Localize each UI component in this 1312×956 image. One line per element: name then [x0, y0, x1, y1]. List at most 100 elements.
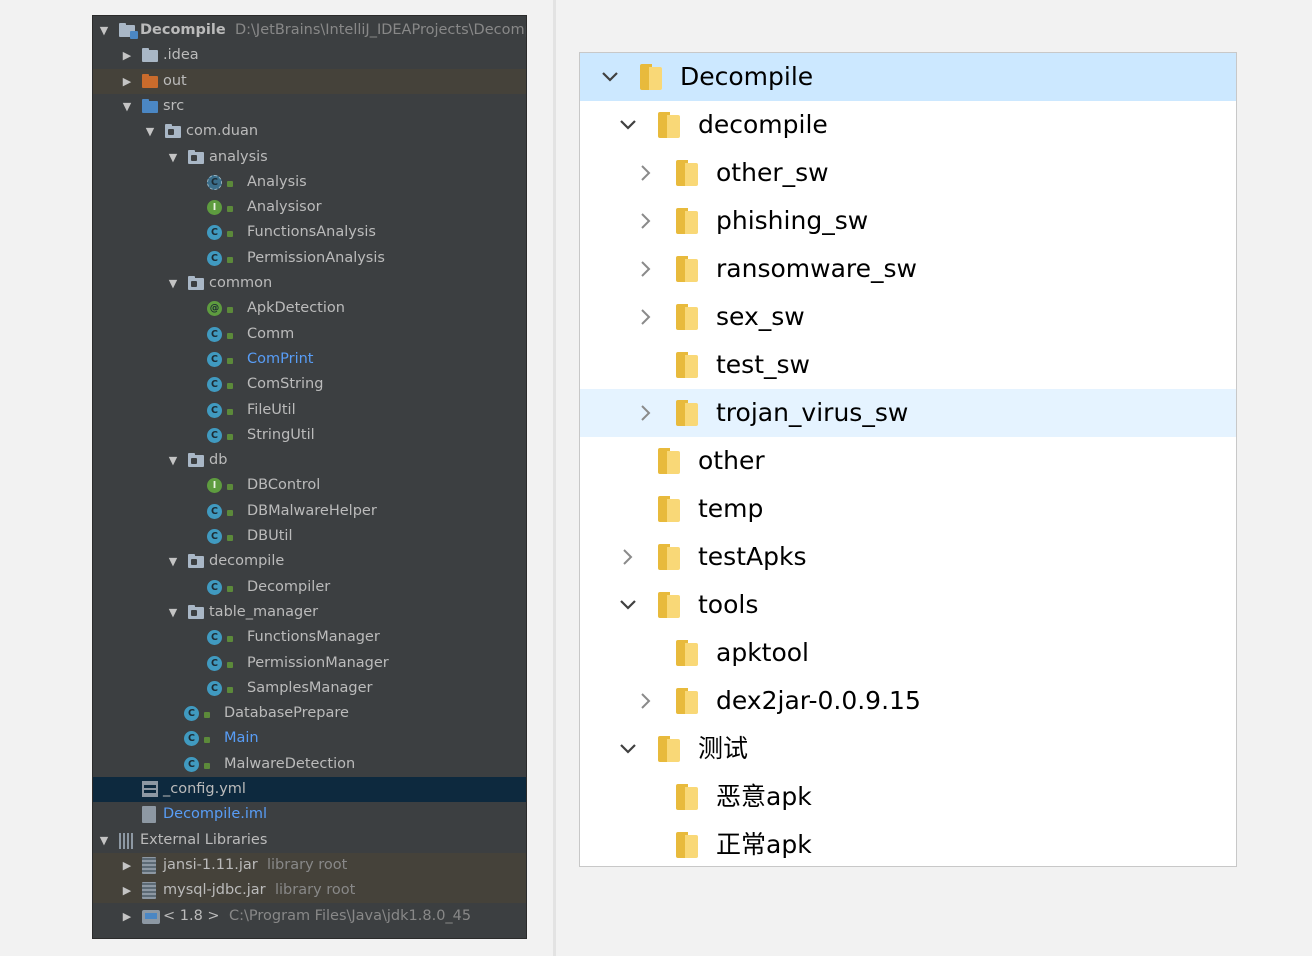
- tree-row[interactable]: ▼ decompile: [93, 549, 526, 574]
- folder-icon: [676, 352, 698, 378]
- folder-explorer-panel: Decompile decompile other_sw phishing_sw ran…: [579, 52, 1237, 867]
- collapse-arrow-icon[interactable]: ▶: [120, 904, 134, 929]
- folder-row[interactable]: trojan_virus_sw: [580, 389, 1236, 437]
- chevron-right-icon[interactable]: [635, 293, 657, 341]
- folder-row[interactable]: dex2jar-0.0.9.15: [580, 677, 1236, 725]
- collapse-arrow-icon[interactable]: ▶: [120, 878, 134, 903]
- tree-row[interactable]: C Comm: [93, 322, 526, 347]
- class-icon: C: [207, 680, 222, 696]
- chevron-right-icon[interactable]: [635, 245, 657, 293]
- tree-row[interactable]: C Decompiler: [93, 575, 526, 600]
- tree-item-label: PermissionAnalysis: [247, 249, 385, 266]
- class-icon: C: [184, 731, 199, 747]
- tree-row[interactable]: ▼ Decompile D:\JetBrains\IntelliJ_IDEAProj…: [93, 18, 526, 43]
- folder-row[interactable]: decompile: [580, 101, 1236, 149]
- tree-row[interactable]: C StringUtil: [93, 423, 526, 448]
- tree-row[interactable]: C ComString: [93, 372, 526, 397]
- tree-row[interactable]: ▶ jansi-1.11.jar library root: [93, 852, 526, 878]
- chevron-down-icon[interactable]: [617, 581, 639, 629]
- tree-item-label: _config.yml: [163, 781, 246, 797]
- expand-arrow-icon[interactable]: ▼: [166, 448, 180, 473]
- tree-item-label: StringUtil: [247, 426, 315, 443]
- tree-item-label: ApkDetection: [247, 300, 345, 317]
- tree-item-hint: library root: [275, 882, 356, 899]
- folder-row[interactable]: temp: [580, 485, 1236, 533]
- tree-row[interactable]: C FileUtil: [93, 398, 526, 423]
- collapse-arrow-icon[interactable]: ▶: [120, 853, 134, 878]
- tree-item-label: analysis: [209, 148, 268, 165]
- folder-icon: [658, 496, 680, 522]
- folder-row[interactable]: test_sw: [580, 341, 1236, 389]
- folder-row[interactable]: tools: [580, 581, 1236, 629]
- tree-row[interactable]: ▶ out: [93, 68, 526, 94]
- chevron-right-icon[interactable]: [635, 677, 657, 725]
- tree-row[interactable]: C PermissionAnalysis: [93, 246, 526, 271]
- tree-row[interactable]: C Analysis: [93, 170, 526, 195]
- chevron-down-icon[interactable]: [617, 101, 639, 149]
- expand-arrow-icon[interactable]: ▼: [143, 119, 157, 144]
- tree-row[interactable]: C ComPrint: [93, 347, 526, 372]
- chevron-right-icon[interactable]: [635, 149, 657, 197]
- tree-item-label: .idea: [163, 47, 199, 64]
- expand-arrow-icon[interactable]: ▼: [166, 600, 180, 625]
- tree-row[interactable]: Decompile.iml: [93, 802, 526, 827]
- tree-row[interactable]: ▼ table_manager: [93, 600, 526, 625]
- tree-row[interactable]: ▼ db: [93, 448, 526, 473]
- chevron-down-icon[interactable]: [617, 725, 639, 773]
- tree-row[interactable]: @ ApkDetection: [93, 296, 526, 321]
- folder-row[interactable]: other_sw: [580, 149, 1236, 197]
- folder-label: decompile: [698, 110, 828, 139]
- folder-label: other: [698, 446, 765, 475]
- folder-row[interactable]: 正常apk: [580, 821, 1236, 866]
- tree-row[interactable]: C DBUtil: [93, 524, 526, 549]
- folder-row[interactable]: phishing_sw: [580, 197, 1236, 245]
- tree-item-hint: D:\JetBrains\IntelliJ_IDEAProjects\Decom…: [235, 22, 527, 38]
- folder-row[interactable]: 恶意apk: [580, 773, 1236, 821]
- tree-row[interactable]: C DBMalwareHelper: [93, 499, 526, 524]
- tree-row[interactable]: ▼ common: [93, 271, 526, 296]
- tree-row[interactable]: C SamplesManager: [93, 676, 526, 701]
- tree-row[interactable]: ▼ analysis: [93, 145, 526, 170]
- collapse-arrow-icon[interactable]: ▶: [120, 69, 134, 94]
- tree-row[interactable]: ▶ mysql-jdbc.jar library root: [93, 878, 526, 904]
- tree-row[interactable]: ▼ src: [93, 94, 526, 119]
- access-lock-icon: [227, 686, 233, 693]
- access-lock-icon: [227, 636, 233, 643]
- tree-row[interactable]: _config.yml: [93, 777, 526, 802]
- folder-label: sex_sw: [716, 302, 805, 331]
- chevron-right-icon[interactable]: [635, 389, 657, 437]
- tree-row[interactable]: C FunctionsAnalysis: [93, 220, 526, 245]
- folder-row[interactable]: sex_sw: [580, 293, 1236, 341]
- tree-row[interactable]: C FunctionsManager: [93, 625, 526, 650]
- folder-row[interactable]: apktool: [580, 629, 1236, 677]
- folder-row[interactable]: other: [580, 437, 1236, 485]
- collapse-arrow-icon[interactable]: ▶: [120, 43, 134, 68]
- tree-row[interactable]: C DatabasePrepare: [93, 701, 526, 726]
- chevron-down-icon[interactable]: [599, 53, 621, 101]
- folder-label: Decompile: [680, 62, 814, 91]
- chevron-right-icon[interactable]: [617, 533, 639, 581]
- folder-row[interactable]: 测试: [580, 725, 1236, 773]
- tree-row[interactable]: I DBControl: [93, 473, 526, 498]
- chevron-right-icon[interactable]: [635, 197, 657, 245]
- tree-row[interactable]: ▼ External Libraries: [93, 828, 526, 853]
- expand-arrow-icon[interactable]: ▼: [166, 145, 180, 170]
- expand-arrow-icon[interactable]: ▼: [97, 18, 111, 43]
- class-icon: C: [207, 377, 222, 393]
- expand-arrow-icon[interactable]: ▼: [166, 271, 180, 296]
- folder-row[interactable]: ransomware_sw: [580, 245, 1236, 293]
- tree-row[interactable]: ▼ com.duan: [93, 119, 526, 144]
- expand-arrow-icon[interactable]: ▼: [120, 94, 134, 119]
- folder-row[interactable]: testApks: [580, 533, 1236, 581]
- tree-row[interactable]: C Main: [93, 726, 526, 751]
- package-icon: [188, 554, 204, 569]
- tree-row[interactable]: ▶ < 1.8 > C:\Program Files\Java\jdk1.8.0_4…: [93, 904, 526, 929]
- tree-row[interactable]: C MalwareDetection: [93, 752, 526, 777]
- expand-arrow-icon[interactable]: ▼: [166, 549, 180, 574]
- tree-row[interactable]: I Analysisor: [93, 195, 526, 220]
- tree-row[interactable]: C PermissionManager: [93, 651, 526, 676]
- tree-item-label: DBMalwareHelper: [247, 502, 377, 519]
- expand-arrow-icon[interactable]: ▼: [97, 828, 111, 853]
- folder-row[interactable]: Decompile: [580, 53, 1236, 101]
- tree-row[interactable]: ▶ .idea: [93, 43, 526, 68]
